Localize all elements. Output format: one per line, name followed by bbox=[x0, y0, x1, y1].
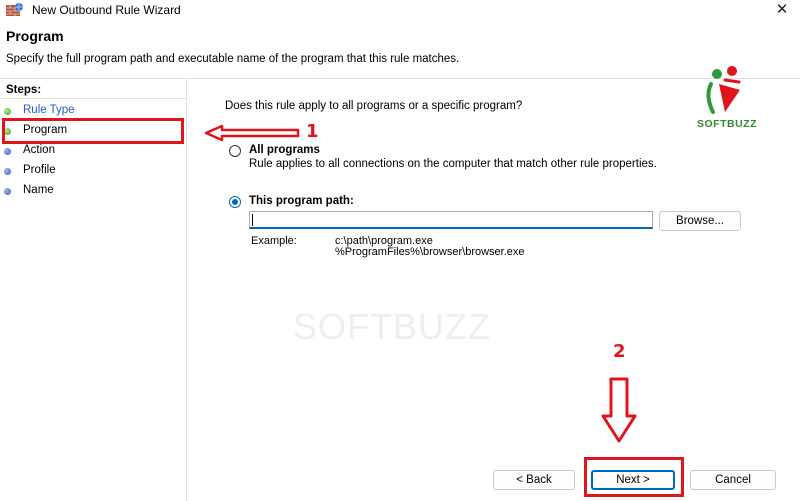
left-arrow-annotation-icon bbox=[204, 124, 300, 142]
step-action: Action bbox=[0, 141, 186, 161]
question-text: Does this rule apply to all programs or … bbox=[225, 100, 523, 112]
step-label: Rule Type bbox=[23, 104, 75, 116]
program-path-label[interactable]: This program path: bbox=[249, 195, 354, 207]
firewall-icon bbox=[6, 3, 23, 16]
step-label: Profile bbox=[23, 164, 56, 176]
annotation-number-2: 2 bbox=[613, 341, 626, 362]
logo-text: SOFTBUZZ bbox=[697, 118, 757, 130]
step-label: Name bbox=[23, 184, 54, 196]
highlight-box-next-button bbox=[584, 457, 684, 497]
browse-button[interactable]: Browse... bbox=[659, 211, 741, 231]
step-pending-icon bbox=[4, 188, 11, 195]
text-caret bbox=[252, 214, 253, 226]
page-description: Specify the full program path and execut… bbox=[6, 53, 460, 65]
cancel-button[interactable]: Cancel bbox=[690, 470, 776, 490]
example-path-2: %ProgramFiles%\browser\browser.exe bbox=[335, 246, 525, 258]
step-label: Action bbox=[23, 144, 55, 156]
steps-heading: Steps: bbox=[6, 84, 42, 96]
step-pending-icon bbox=[4, 168, 11, 175]
step-completed-icon bbox=[4, 108, 11, 115]
all-programs-label[interactable]: All programs bbox=[249, 144, 320, 156]
back-button[interactable]: < Back bbox=[493, 470, 575, 490]
step-name: Name bbox=[0, 181, 186, 201]
all-programs-radio[interactable] bbox=[229, 145, 241, 157]
program-path-input[interactable] bbox=[249, 211, 653, 229]
window-title: New Outbound Rule Wizard bbox=[32, 3, 181, 17]
annotation-number-1: 1 bbox=[306, 121, 319, 142]
steps-divider bbox=[0, 98, 186, 99]
step-pending-icon bbox=[4, 148, 11, 155]
down-arrow-annotation-icon bbox=[601, 377, 637, 443]
page-title: Program bbox=[6, 28, 64, 44]
watermark: SOFTBUZZ bbox=[293, 306, 491, 347]
close-icon[interactable]: ✕ bbox=[772, 0, 792, 20]
program-path-radio[interactable] bbox=[229, 196, 241, 208]
all-programs-description: Rule applies to all connections on the c… bbox=[249, 158, 657, 170]
step-profile: Profile bbox=[0, 161, 186, 181]
highlight-box-program-step bbox=[2, 118, 184, 144]
example-label: Example: bbox=[251, 235, 297, 247]
